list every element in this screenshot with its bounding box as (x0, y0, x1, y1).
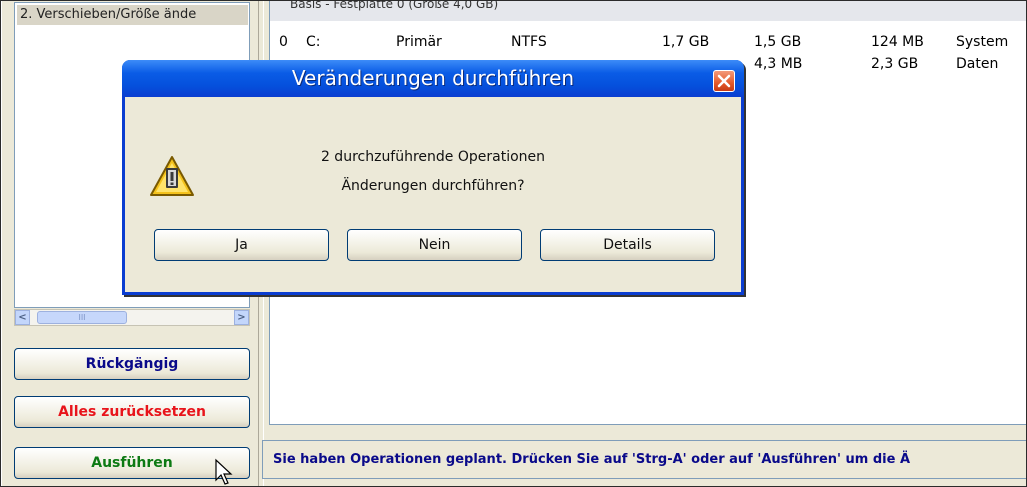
confirm-dialog: Veränderungen durchführen 2 durchzuführe… (122, 60, 744, 295)
partition-size: 1,7 GB (662, 34, 710, 50)
horizontal-scrollbar[interactable]: < III > (14, 309, 250, 326)
details-button[interactable]: Details (540, 229, 715, 261)
mouse-cursor-icon (215, 458, 233, 485)
dialog-titlebar[interactable]: Veränderungen durchführen (122, 60, 744, 97)
status-bar: Sie haben Operationen geplant. Drücken S… (262, 440, 1027, 479)
undo-button[interactable]: Rückgängig (14, 348, 250, 380)
reset-all-button[interactable]: Alles zurücksetzen (14, 396, 250, 428)
partition-filesystem: NTFS (511, 34, 547, 50)
dialog-message-question: Änderungen durchführen? (341, 178, 525, 194)
dialog-title: Veränderungen durchführen (291, 66, 575, 90)
disk-header: Basis - Festplatte 0 (Größe 4,0 GB) (270, 1, 1027, 21)
partition-free: 2,3 GB (871, 56, 919, 72)
no-button[interactable]: Nein (347, 229, 522, 261)
partition-used: 4,3 MB (754, 56, 803, 72)
partition-type: Primär (396, 34, 442, 50)
dialog-body: 2 durchzuführende Operationen Änderungen… (125, 97, 741, 292)
partition-free: 124 MB (871, 34, 924, 50)
partition-letter: C: (306, 34, 321, 50)
partition-row[interactable]: 0 C: Primär NTFS 1,7 GB 1,5 GB 124 MB Sy… (270, 31, 1027, 53)
partition-label: System (956, 34, 1009, 50)
partition-label: Daten (956, 56, 999, 72)
scroll-right-arrow-icon[interactable]: > (234, 310, 249, 325)
partition-used: 1,5 GB (754, 34, 802, 50)
partition-number: 0 (279, 34, 288, 50)
close-icon[interactable] (713, 70, 735, 92)
operation-item[interactable]: 2. Verschieben/Größe ände (17, 5, 248, 25)
dialog-message-count: 2 durchzuführende Operationen (320, 149, 546, 165)
scroll-thumb[interactable]: III (37, 311, 127, 324)
scroll-left-arrow-icon[interactable]: < (15, 310, 30, 325)
yes-button[interactable]: Ja (154, 229, 329, 261)
